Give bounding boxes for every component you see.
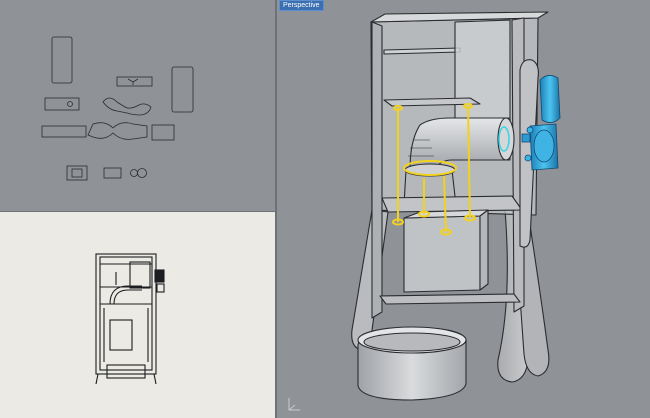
front-duct [109,285,142,305]
viewport-perspective[interactable]: Perspective [277,0,650,418]
shelf-middle [381,195,523,213]
part-plate [44,97,80,111]
viewport-top[interactable] [0,0,276,212]
front-box [109,319,133,351]
front-motor [154,269,165,283]
part-small-b [103,167,122,179]
part-bracket-upper [102,97,152,116]
part-bar-mark [127,78,139,85]
cabinet-left-side [371,21,383,319]
front-tray [106,364,146,379]
part-panel-left [51,36,73,84]
front-cabinet [95,253,157,375]
part-small-a [66,165,88,181]
motor-body [539,75,561,123]
viewport-front[interactable] [0,212,276,418]
top-parts-drawing [41,36,194,181]
part-block [151,124,175,141]
shelf-bottom [379,293,521,305]
axis-triad-icon [288,398,300,411]
part-ring-b [137,168,147,178]
viewport-label[interactable]: Perspective [279,0,324,11]
perspective-scene [288,11,561,411]
part-rail [41,125,87,138]
front-elevation-drawing [95,253,165,385]
collection-box [403,215,481,293]
part-bracket-lower [87,122,148,140]
part-ring-a [130,169,138,177]
part-panel-right [171,66,194,113]
